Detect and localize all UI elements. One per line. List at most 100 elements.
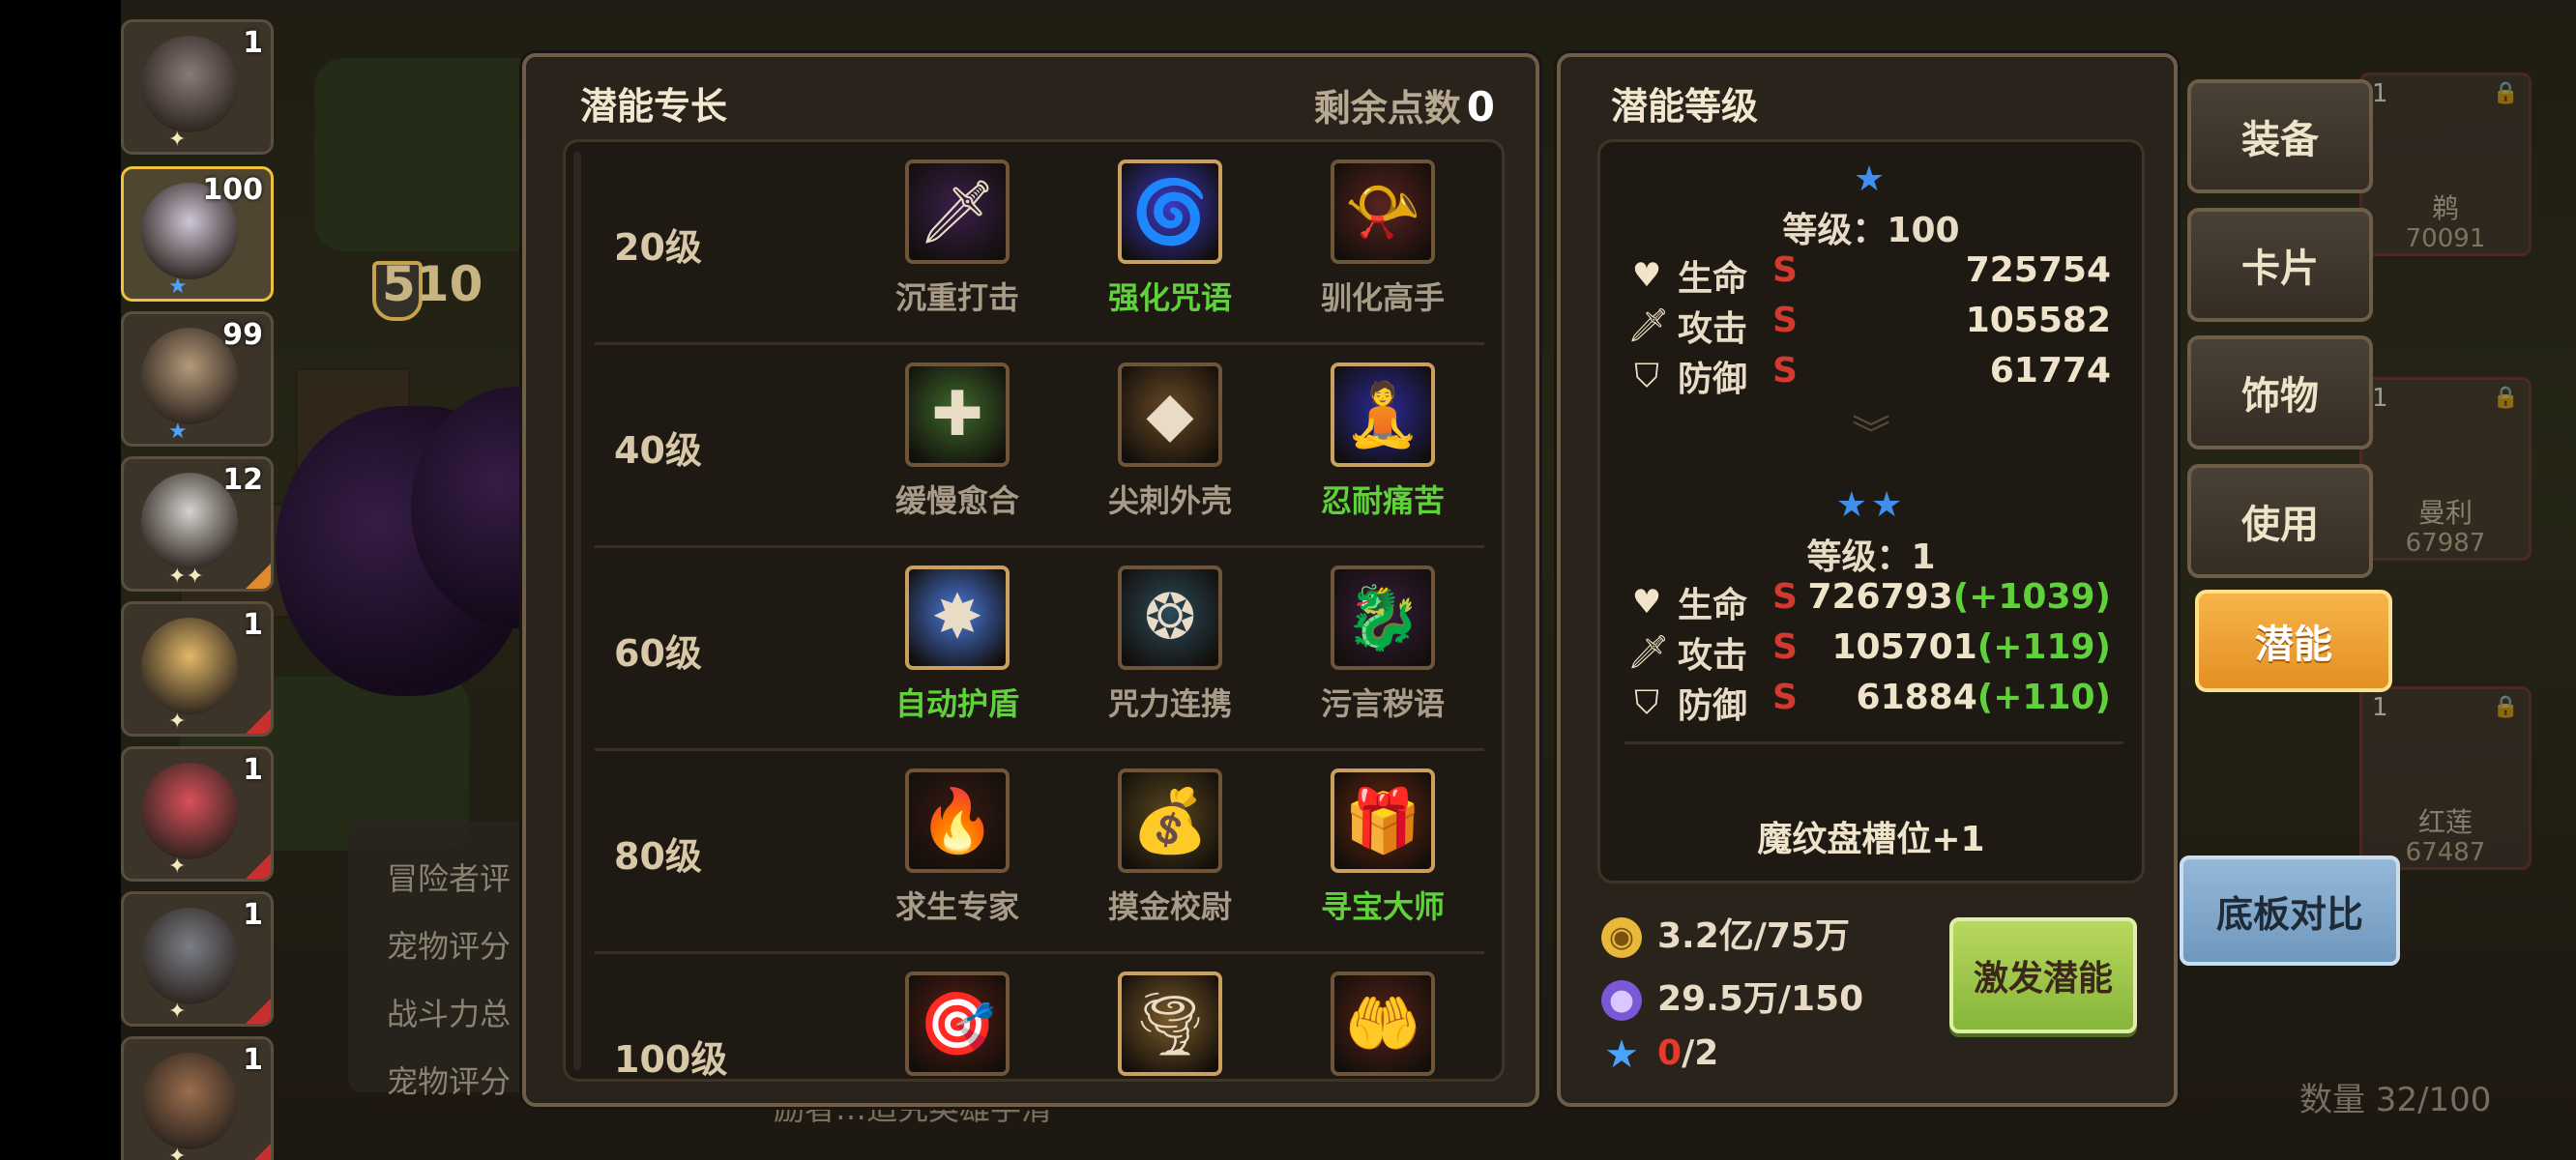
remaining-value: 0 [1466, 83, 1495, 130]
hero-level: 1 [243, 608, 263, 642]
talent-skill-name: 寻宝大师 [1320, 888, 1445, 925]
gold-coin-icon: ◉ [1601, 917, 1642, 958]
next-stars: ★★ [1835, 485, 1907, 525]
talent-tier: 100级 🎯 🌪 🤲 [595, 954, 1484, 1081]
hero-level: 99 [222, 318, 263, 352]
crystal-cost: ● 29.5万/150 [1601, 971, 1863, 1021]
hero-slot[interactable]: 1 ✦ [121, 891, 274, 1027]
talent-skill[interactable]: 🎁 寻宝大师 [1310, 768, 1455, 927]
stat-grade: S [1772, 250, 1798, 290]
talent-skill[interactable]: 🌀 强化咒语 [1098, 160, 1243, 318]
talent-skill[interactable]: ✚ 缓慢愈合 [885, 362, 1030, 521]
talent-skill-name: 求生专家 [894, 888, 1019, 925]
stat-value: 61774 [1989, 351, 2111, 391]
stat-row: ♥ 生命 S 725754 [1627, 250, 2121, 299]
stat-row: 🗡 攻击 S 105701(+119) [1627, 627, 2121, 676]
lock-icon: 🔒 [2492, 695, 2519, 719]
tier-label: 100级 [614, 1038, 728, 1081]
stat-name: 防御 [1678, 686, 1748, 726]
target-arrow-icon: 🎯 [905, 972, 1010, 1076]
hero-corner-tag [246, 854, 271, 879]
talent-skill[interactable]: 📯 驯化高手 [1310, 160, 1455, 318]
chevron-down-icon: ︾ [1852, 413, 1890, 457]
hero-slot[interactable]: 1 ✦ [121, 746, 274, 882]
talent-skill[interactable]: 🧘 忍耐痛苦 [1310, 362, 1455, 521]
talent-skill[interactable]: ❂ 咒力连携 [1098, 566, 1243, 724]
tab-use[interactable]: 使用 [2187, 464, 2373, 578]
heal-cross-icon: ✚ [905, 362, 1010, 467]
stat-grade: S [1772, 351, 1798, 391]
stat-value: 725754 [1965, 250, 2111, 290]
tab-card[interactable]: 卡片 [2187, 208, 2373, 322]
hero-stars: ✦ [168, 855, 187, 879]
hero-level: 1 [243, 1043, 263, 1077]
hero-slot[interactable]: 100 ★ [121, 166, 274, 302]
scrollbar[interactable] [573, 152, 581, 1070]
hero-level: 100 [202, 173, 263, 207]
stat-name: 攻击 [1678, 309, 1748, 349]
tab-potential[interactable]: 潜能 [2195, 590, 2392, 692]
star-cost: ★ 0/2 [1601, 1033, 1718, 1082]
talent-panel-title: 潜能专长 [580, 85, 728, 128]
tab-equipment[interactable]: 装备 [2187, 79, 2373, 193]
stat-increase: (+110) [1976, 678, 2111, 717]
talent-skill-name: 自动护盾 [894, 685, 1019, 722]
dark-beast-icon: 🐉 [1331, 566, 1435, 670]
stat-grade: S [1772, 678, 1798, 717]
board-compare-button[interactable]: 底板对比 [2180, 856, 2400, 966]
bg-hero-card[interactable]: 1 🔒 鹈 70091 [2359, 72, 2532, 256]
bg-hero-card[interactable]: 1 🔒 红莲 67487 [2359, 686, 2532, 870]
card-name: 红莲 [2417, 806, 2473, 838]
stat-name: 生命 [1678, 259, 1748, 299]
talent-skill[interactable]: 💰 摸金校尉 [1098, 768, 1243, 927]
hero-level: 1 [243, 898, 263, 932]
talent-skill-name: 摸金校尉 [1107, 888, 1232, 925]
hero-stars: ✦ [168, 128, 187, 152]
tab-accessory[interactable]: 饰物 [2187, 335, 2373, 450]
talent-skill[interactable]: ◆ 尖刺外壳 [1098, 362, 1243, 521]
hero-slot[interactable]: 1 ✦ [121, 19, 274, 155]
hero-portrait [141, 36, 238, 132]
level-panel-title: 潜能等级 [1611, 85, 1759, 128]
talent-skill[interactable]: 🤲 [1310, 972, 1455, 1079]
hero-slot[interactable]: 1 ✦ [121, 1036, 274, 1160]
hero-stars: ✦✦ [168, 565, 204, 589]
hero-slot[interactable]: 99 ★ [121, 311, 274, 447]
hero-corner-tag [246, 709, 271, 734]
talent-skill[interactable]: 🎯 [885, 972, 1030, 1079]
hero-stars: ✦ [168, 1145, 187, 1160]
swirl-magic-icon: 🌀 [1118, 160, 1222, 264]
talent-skill[interactable]: 🌪 [1098, 972, 1243, 1079]
remaining-points: 剩余点数 0 [1314, 78, 1495, 131]
talent-tier: 20级 🗡 沉重打击 🌀 强化咒语 📯 驯化高手 [595, 142, 1484, 345]
stat-grade: S [1772, 301, 1798, 340]
hero-slot[interactable]: 1 ✦ [121, 601, 274, 737]
talent-skill[interactable]: ✸ 自动护盾 [885, 566, 1030, 724]
meditation-icon: 🧘 [1331, 362, 1435, 467]
stat-row: ⛉ 防御 S 61774 [1627, 351, 2121, 399]
talent-skill[interactable]: 🗡 沉重打击 [885, 160, 1030, 318]
talent-tier: 80级 🔥 求生专家 💰 摸金校尉 🎁 寻宝大师 [595, 751, 1484, 954]
whistle-icon: 📯 [1331, 160, 1435, 264]
talent-tree[interactable]: 20级 🗡 沉重打击 🌀 强化咒语 📯 驯化高手 40级 ✚ 缓慢愈合 ◆ 尖刺外壳 🧘 忍耐痛苦 60级 ✸… [563, 139, 1505, 1082]
next-level: 等级：1 [1806, 537, 1936, 577]
talent-tier: 40级 ✚ 缓慢愈合 ◆ 尖刺外壳 🧘 忍耐痛苦 [595, 345, 1484, 548]
hero-level: 1 [243, 753, 263, 787]
tier-label: 60级 [614, 632, 702, 675]
talent-tier: 60级 ✸ 自动护盾 ❂ 咒力连携 🐉 污言秽语 [595, 548, 1484, 751]
hero-level: 1 [243, 26, 263, 60]
hero-level: 12 [222, 463, 263, 497]
bonus-text: 魔纹盘槽位+1 [1757, 820, 1985, 859]
hero-slot[interactable]: 12 ✦✦ [121, 456, 274, 592]
talent-skill[interactable]: 🐉 污言秽语 [1310, 566, 1455, 724]
hands-orb-icon: 🤲 [1331, 972, 1435, 1076]
current-stars: ★ [1853, 160, 1889, 199]
card-power: 70091 [2405, 224, 2486, 253]
hero-portrait [141, 908, 238, 1004]
talent-skill-name: 驯化高手 [1320, 279, 1445, 316]
activate-potential-button[interactable]: 激发潜能 [1949, 917, 2137, 1033]
talent-skill-name: 缓慢愈合 [894, 482, 1019, 519]
shield-burst-icon: ✸ [905, 566, 1010, 670]
talent-skill[interactable]: 🔥 求生专家 [885, 768, 1030, 927]
bg-hero-card[interactable]: 1 🔒 曼利 67987 [2359, 377, 2532, 561]
